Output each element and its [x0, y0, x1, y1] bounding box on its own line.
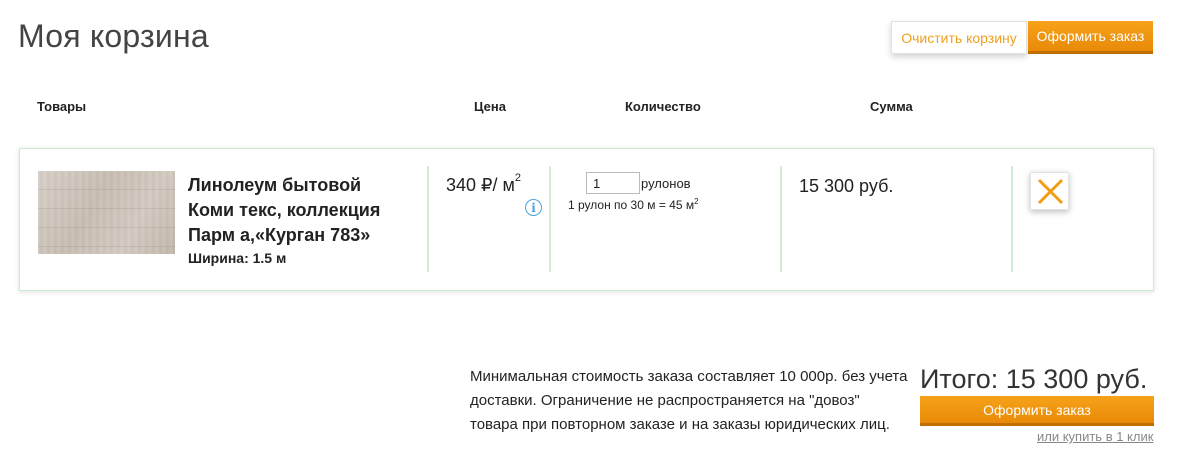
- minimum-order-note: Минимальная стоимость заказа составляет …: [470, 368, 908, 433]
- column-header-price: Цена: [474, 99, 506, 114]
- quantity-input[interactable]: [586, 172, 640, 194]
- remove-item-button[interactable]: [1030, 172, 1069, 210]
- product-price: 340 ₽/ м2: [446, 172, 521, 196]
- price-unit-exponent: 2: [514, 172, 521, 184]
- buy-one-click-link[interactable]: или купить в 1 клик: [1037, 429, 1153, 444]
- product-width: Ширина: 1.5 м: [188, 250, 287, 266]
- page-title: Моя корзина: [18, 18, 209, 54]
- product-price-value: 340 ₽/ м: [446, 175, 515, 195]
- product-image[interactable]: [38, 171, 175, 254]
- roll-conversion-note: 1 рулон по 30 м = 45 м2: [568, 197, 699, 212]
- column-header-sum: Сумма: [870, 99, 913, 114]
- checkout-button-bottom[interactable]: Оформить заказ: [920, 396, 1154, 426]
- close-icon: [1037, 178, 1064, 205]
- product-name[interactable]: Линолеум бытовой Коми текс, коллекция Па…: [188, 173, 398, 248]
- column-divider: [1011, 166, 1013, 272]
- roll-conversion-text: 1 рулон по 30 м = 45 м: [568, 198, 695, 212]
- cart-item-row: Линолеум бытовой Коми текс, коллекция Па…: [19, 148, 1154, 291]
- order-total: Итого: 15 300 руб.: [920, 364, 1148, 394]
- roll-note-exponent: 2: [694, 197, 699, 206]
- column-header-goods: Товары: [37, 99, 87, 114]
- column-header-quantity: Количество: [625, 99, 701, 114]
- column-divider: [780, 166, 782, 272]
- clear-cart-button[interactable]: Очистить корзину: [891, 21, 1027, 54]
- info-icon[interactable]: i: [525, 199, 542, 216]
- checkout-button-top[interactable]: Оформить заказ: [1028, 21, 1153, 54]
- quantity-unit: рулонов: [641, 176, 691, 191]
- column-divider: [427, 166, 429, 272]
- row-sum: 15 300 руб.: [799, 176, 894, 196]
- column-divider: [549, 166, 551, 272]
